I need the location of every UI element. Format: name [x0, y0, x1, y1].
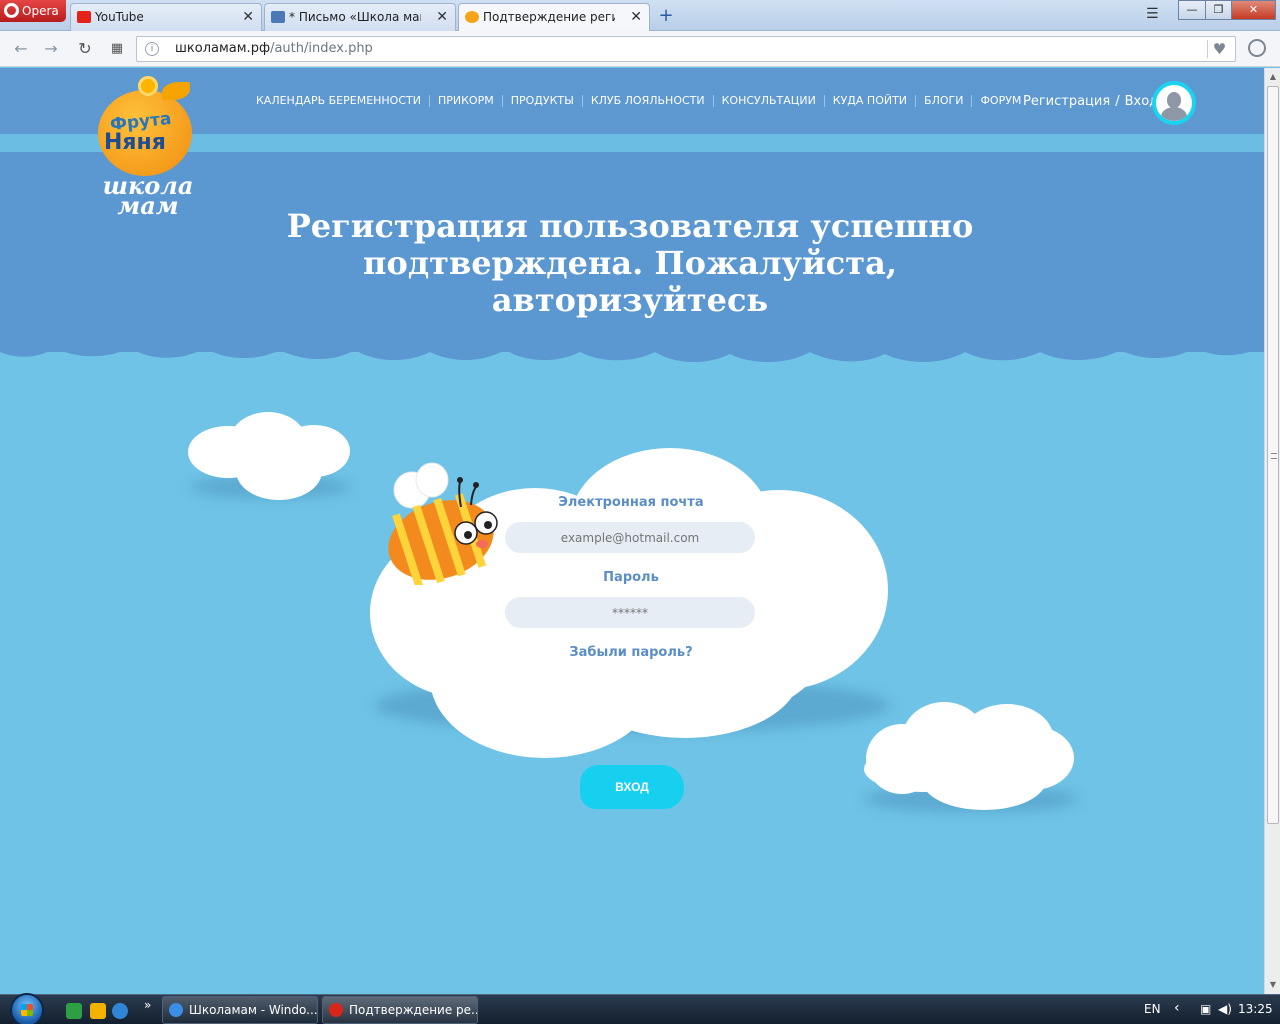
- opera-menu-button[interactable]: Opera: [0, 0, 66, 22]
- browser-tab-bar: Opera YouTube ✕ * Письмо «Школа мам: П ✕…: [0, 0, 1280, 32]
- forward-arrow-icon[interactable]: →: [40, 39, 62, 59]
- tab-label: YouTube: [95, 10, 144, 24]
- tab-label: * Письмо «Школа мам: П: [289, 10, 421, 24]
- auth-separator: /: [1115, 94, 1120, 109]
- logo-brand-line2: Няня: [104, 130, 166, 155]
- nav-complementary-food[interactable]: ПРИКОРМ: [430, 95, 503, 107]
- scrollbar-grip-icon: [1271, 453, 1277, 459]
- tab-confirmation[interactable]: Подтверждение регистра ✕: [458, 3, 650, 32]
- taskbar-window-label: Школамам - Windo...: [189, 1003, 318, 1017]
- tab-menu-icon[interactable]: ☰: [1146, 6, 1159, 22]
- tray-expand-icon[interactable]: ‹: [1174, 1000, 1180, 1016]
- windows-logo-icon: [21, 1004, 33, 1016]
- login-form: Электронная почта Пароль Забыли пароль?: [505, 495, 757, 660]
- opera-logo-icon: [4, 3, 19, 18]
- reload-icon[interactable]: ↻: [74, 39, 96, 59]
- email-input[interactable]: [505, 522, 755, 553]
- minimize-button[interactable]: —: [1178, 0, 1206, 20]
- volume-icon[interactable]: ◀): [1218, 1002, 1232, 1016]
- media-player-icon[interactable]: [90, 1003, 106, 1019]
- password-label: Пароль: [603, 570, 659, 585]
- flower-icon: [465, 11, 479, 23]
- tab-close-icon[interactable]: ✕: [436, 4, 448, 30]
- mail-icon: [271, 11, 285, 23]
- scroll-down-arrow-icon[interactable]: ▼: [1268, 980, 1278, 989]
- avatar-head: [1167, 92, 1181, 108]
- forgot-password-link[interactable]: Забыли пароль?: [505, 645, 757, 660]
- tab-close-icon[interactable]: ✕: [242, 4, 254, 30]
- taskbar-window-explorer[interactable]: Школамам - Windo...: [162, 996, 318, 1024]
- avatar-body: [1161, 107, 1187, 121]
- nav-where-to-go[interactable]: КУДА ПОЙТИ: [825, 95, 917, 107]
- nav-consultations[interactable]: КОНСУЛЬТАЦИИ: [714, 95, 825, 107]
- user-avatar-icon[interactable]: [1152, 81, 1196, 125]
- start-button[interactable]: [10, 993, 44, 1024]
- site-logo[interactable]: Фрута Няня школа мам: [92, 76, 204, 226]
- url-path: /auth/index.php: [270, 41, 373, 56]
- profile-icon[interactable]: [1248, 39, 1266, 57]
- register-link[interactable]: Регистрация: [1023, 94, 1110, 109]
- system-clock[interactable]: 13:25: [1238, 1002, 1273, 1016]
- internet-explorer-icon[interactable]: [112, 1003, 128, 1019]
- language-indicator[interactable]: EN: [1144, 1002, 1161, 1016]
- browser-toolbar: ← → ↻ ▦ i школамам.рф/auth/index.php ♥: [0, 31, 1280, 67]
- tab-label: Подтверждение регистра: [483, 10, 615, 24]
- tab-mail[interactable]: * Письмо «Школа мам: П ✕: [264, 3, 456, 31]
- scroll-up-arrow-icon[interactable]: ▲: [1268, 72, 1278, 81]
- tab-youtube[interactable]: YouTube ✕: [70, 3, 262, 31]
- bookmark-heart-icon[interactable]: ♥: [1207, 40, 1231, 58]
- quicklaunch-more-icon[interactable]: »: [144, 998, 151, 1012]
- url-host: школамам.рф: [175, 41, 271, 56]
- site-info-icon[interactable]: i: [145, 42, 159, 56]
- windows-taskbar: » Школамам - Windo... Подтверждение ре..…: [0, 993, 1280, 1024]
- youtube-icon: [77, 11, 91, 23]
- tab-close-icon[interactable]: ✕: [630, 4, 642, 30]
- nav-loyalty-club[interactable]: КЛУБ ЛОЯЛЬНОСТИ: [583, 95, 714, 107]
- taskbar-window-opera[interactable]: Подтверждение ре...: [322, 996, 478, 1024]
- restore-button[interactable]: ❐: [1205, 0, 1232, 20]
- new-tab-button[interactable]: +: [656, 5, 676, 26]
- logo-leaf-icon: [162, 82, 190, 100]
- bee-mascot-icon: [388, 462, 498, 585]
- logo-school-text: школа мам: [94, 174, 202, 218]
- email-label: Электронная почта: [558, 495, 704, 510]
- address-bar[interactable]: i школамам.рф/auth/index.php ♥: [136, 36, 1236, 62]
- opera-menu-label: Opera: [22, 4, 59, 18]
- opera-window-icon: [329, 1003, 343, 1017]
- speed-dial-grid-icon[interactable]: ▦: [106, 39, 128, 59]
- nav-products[interactable]: ПРОДУКТЫ: [503, 95, 583, 107]
- page-title: Регистрация пользователя успешно подтвер…: [286, 207, 974, 319]
- hero-cloud-edge: [0, 318, 1264, 363]
- address-url[interactable]: школамам.рф/auth/index.php: [175, 41, 373, 56]
- vertical-scrollbar[interactable]: ▲ ▼: [1264, 68, 1280, 994]
- password-input[interactable]: [505, 597, 755, 628]
- web-page: Фрута Няня школа мам КАЛЕНДАРЬ БЕРЕМЕННО…: [0, 68, 1264, 994]
- login-submit-button[interactable]: ВХОД: [580, 765, 684, 809]
- screen: Opera YouTube ✕ * Письмо «Школа мам: П ✕…: [0, 0, 1280, 1024]
- main-nav: КАЛЕНДАРЬ БЕРЕМЕННОСТИ ПРИКОРМ ПРОДУКТЫ …: [248, 95, 1029, 107]
- taskbar-window-label: Подтверждение ре...: [349, 1003, 478, 1017]
- scrollbar-thumb[interactable]: [1267, 86, 1279, 824]
- nav-pregnancy-calendar[interactable]: КАЛЕНДАРЬ БЕРЕМЕННОСТИ: [248, 95, 430, 107]
- back-arrow-icon[interactable]: ←: [10, 39, 32, 59]
- nav-forum[interactable]: ФОРУМ: [972, 95, 1029, 107]
- nav-blogs[interactable]: БЛОГИ: [916, 95, 973, 107]
- ie-window-icon: [169, 1003, 183, 1017]
- logo-flower-icon: [138, 76, 158, 96]
- quicklaunch-app-icon[interactable]: [66, 1003, 82, 1019]
- auth-links: Регистрация / Вход: [1023, 94, 1163, 109]
- network-icon[interactable]: ▣: [1200, 1002, 1211, 1016]
- close-window-button[interactable]: ✕: [1231, 0, 1276, 20]
